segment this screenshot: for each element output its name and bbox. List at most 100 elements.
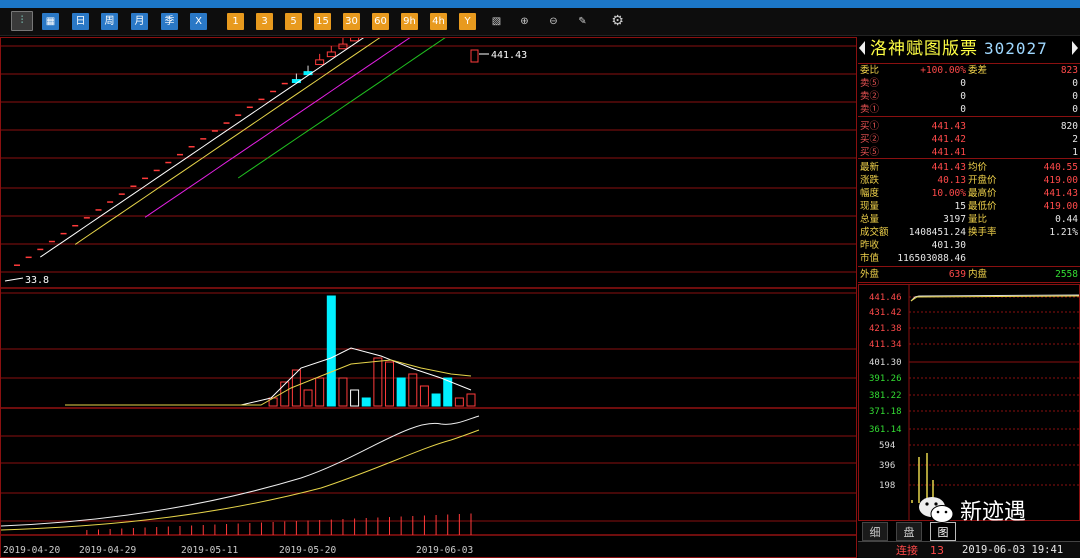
quote-label-2: 委差 xyxy=(968,65,988,76)
indicator-line-2 xyxy=(0,429,480,531)
intraday-svg: 441.46 431.42 421.38 411.34 401.30 391.26 381.… xyxy=(869,285,1080,520)
stock-title: 洛神赋图版票 302027 xyxy=(858,37,1080,61)
main-chart-area[interactable]: 441.43 33.8 2019-04-20 2019-04-29 2019-05-11… xyxy=(0,0,857,558)
quote-label: 成交额 xyxy=(860,227,889,238)
quote-label: 卖⑤ xyxy=(860,78,880,89)
volume-bar xyxy=(373,357,383,407)
inner-label: 内盘 xyxy=(968,269,988,280)
mini-vol-tick: 594 xyxy=(879,441,895,451)
quote-value: 116503088.46 xyxy=(897,253,966,264)
quote-panel: 洛神赋图版票 302027 委比 +100.00% 委差 823 卖⑤ 0 0 卖② 0 0 卖① 0 0… xyxy=(858,37,1080,558)
date-label: 2019-04-20 xyxy=(3,545,60,556)
status-bar: 连接 13 2019-06-03 19:41 xyxy=(858,541,1080,558)
quote-value-2: 0 xyxy=(1072,78,1078,89)
calendar-icon[interactable]: ▦ xyxy=(42,13,59,30)
outer-inner-row: 外盘 639 内盘 2558 xyxy=(858,268,1080,281)
quote-value: +100.00% xyxy=(920,65,966,76)
volume-bar xyxy=(350,389,360,407)
outer-value: 639 xyxy=(948,269,966,280)
quote-label: 卖① xyxy=(860,104,880,115)
candle xyxy=(350,35,360,42)
kline-chart-svg[interactable]: 441.43 33.8 2019-04-20 2019-04-29 2019-05-11… xyxy=(0,0,856,557)
mini-price-tick: 391.26 xyxy=(869,374,902,384)
quote-value-2: 419.00 xyxy=(1043,175,1078,186)
quote-label: 买② xyxy=(860,134,880,145)
toolbar-button-4[interactable]: 月 xyxy=(131,13,148,30)
toolbar-button-5[interactable]: 季 xyxy=(161,13,178,30)
date-label: 2019-05-11 xyxy=(181,545,238,556)
ma10-line xyxy=(74,0,437,245)
tab-0[interactable]: 细 xyxy=(862,522,888,541)
separator xyxy=(858,63,1080,64)
chart-toolbar: ⫶ ▦ 日周月季 X 1 3 5 15 30 60 9h 4h Y ▧ ⊕ ⊖ ✎ ⚙ xyxy=(0,8,1080,36)
toolbar-button-8[interactable]: 3 xyxy=(256,13,273,30)
zoom-in-icon[interactable]: ⊕ xyxy=(516,13,533,30)
volume-bar xyxy=(419,385,429,407)
quote-label-2: 最高价 xyxy=(968,188,997,199)
volume-bar xyxy=(454,397,464,407)
volume-bar xyxy=(326,295,336,407)
quote-label: 昨收 xyxy=(860,240,880,251)
draw-tool-icon[interactable]: ▧ xyxy=(488,13,505,30)
mini-price-tick: 381.22 xyxy=(869,391,902,401)
stock-code: 302027 xyxy=(984,39,1048,58)
mini-price-tick: 371.18 xyxy=(869,407,902,417)
quote-value-2: 0.44 xyxy=(1055,214,1078,225)
quote-row: 成交额 1408451.24 换手率 1.21% xyxy=(858,226,1080,239)
toolbar-button-13[interactable]: 9h xyxy=(401,13,418,30)
quote-value-2: 0 xyxy=(1072,91,1078,102)
toolbar-button-3[interactable]: 周 xyxy=(101,13,118,30)
mini-vol-tick: 198 xyxy=(879,481,895,491)
kline-chart-icon[interactable]: ⫶ xyxy=(11,11,33,31)
separator xyxy=(858,266,1080,267)
quote-label: 现量 xyxy=(860,201,880,212)
prev-stock-arrow-icon[interactable] xyxy=(859,41,865,55)
quote-row: 卖⑤ 0 0 xyxy=(858,77,1080,90)
date-label: 2019-04-29 xyxy=(79,545,136,556)
quote-row: 市值 116503088.46 xyxy=(858,252,1080,265)
separator xyxy=(858,116,1080,117)
quote-row: 幅度 10.00% 最高价 441.43 xyxy=(858,187,1080,200)
quote-row: 卖① 0 0 xyxy=(858,103,1080,116)
toolbar-button-7[interactable]: 1 xyxy=(227,13,244,30)
quote-value-2: 440.55 xyxy=(1043,162,1078,173)
pencil-icon[interactable]: ✎ xyxy=(574,13,591,30)
quote-label: 买① xyxy=(860,121,880,132)
mini-price-tick: 401.30 xyxy=(869,358,902,368)
quote-row: 现量 15 最低价 419.00 xyxy=(858,200,1080,213)
volume-bar xyxy=(361,397,371,407)
indicator-line-1 xyxy=(0,415,480,527)
ma20-line xyxy=(144,0,467,218)
quote-row: 昨收 401.30 xyxy=(858,239,1080,252)
gear-icon[interactable]: ⚙ xyxy=(609,13,626,30)
quote-value-2: 1.21% xyxy=(1049,227,1078,238)
wechat-icon xyxy=(918,495,954,525)
quote-value: 15 xyxy=(954,201,966,212)
toolbar-button-11[interactable]: 30 xyxy=(343,13,360,30)
zoom-out-icon[interactable]: ⊖ xyxy=(545,13,562,30)
toolbar-button-12[interactable]: 60 xyxy=(372,13,389,30)
quote-value: 441.42 xyxy=(931,134,966,145)
outer-label: 外盘 xyxy=(860,269,880,280)
low-price-label: 33.8 xyxy=(25,275,49,286)
last-price-label: 441.43 xyxy=(491,50,527,61)
quote-row: 买① 441.43 820 xyxy=(858,120,1080,133)
toolbar-button-10[interactable]: 15 xyxy=(314,13,331,30)
toolbar-button-2[interactable]: 日 xyxy=(72,13,89,30)
toolbar-button-9[interactable]: 5 xyxy=(285,13,302,30)
volume-bar xyxy=(466,393,476,407)
toolbar-button-6[interactable]: X xyxy=(190,13,207,30)
candle xyxy=(326,51,336,58)
mini-price-tick: 431.42 xyxy=(869,308,902,318)
toolbar-button-14[interactable]: 4h xyxy=(430,13,447,30)
intraday-mini-chart[interactable]: 441.46 431.42 421.38 411.34 401.30 391.26 381.… xyxy=(858,284,1080,521)
window-top-bar xyxy=(0,0,1080,8)
volume-bar xyxy=(396,377,406,407)
quote-value-2: 820 xyxy=(1060,121,1078,132)
date-label: 2019-06-03 xyxy=(416,545,473,556)
quote-value: 0 xyxy=(960,91,966,102)
next-stock-arrow-icon[interactable] xyxy=(1072,41,1078,55)
volume-bar xyxy=(385,361,395,407)
quote-label: 总量 xyxy=(860,214,880,225)
toolbar-button-15[interactable]: Y xyxy=(459,13,476,30)
